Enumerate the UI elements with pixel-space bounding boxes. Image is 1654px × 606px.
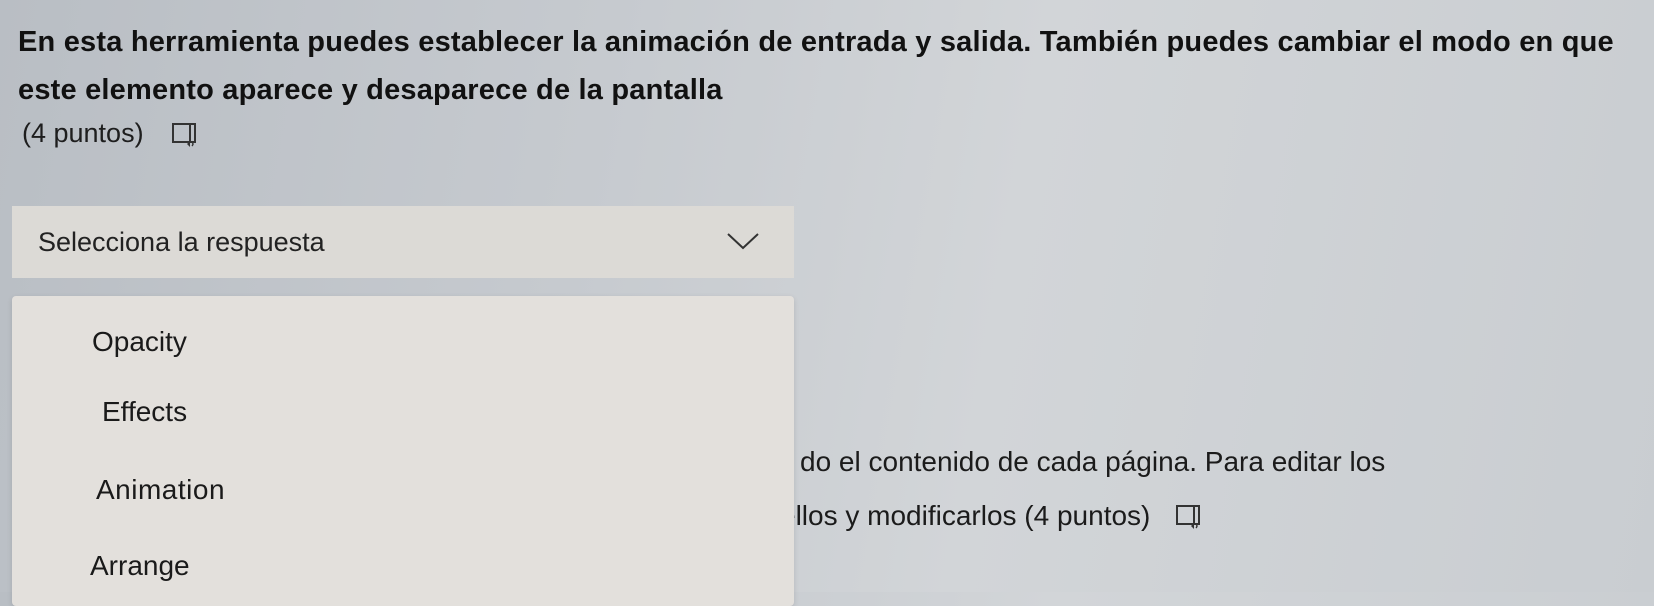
- immersive-reader-icon[interactable]: [1174, 502, 1202, 530]
- immersive-reader-icon[interactable]: [170, 120, 198, 148]
- question-points-row: (4 puntos): [22, 118, 198, 149]
- answer-select-placeholder: Selecciona la respuesta: [38, 226, 325, 257]
- answer-options-list: Opacity Effects Animation Arrange: [12, 296, 794, 606]
- answer-select[interactable]: Selecciona la respuesta: [12, 206, 794, 278]
- next-question-text-line2-label: ellos y modificarlos (4 puntos): [780, 500, 1151, 531]
- question-points: (4 puntos): [22, 118, 144, 148]
- option-animation[interactable]: Animation: [96, 474, 225, 506]
- option-effects[interactable]: Effects: [102, 396, 187, 428]
- next-question-text-line2: ellos y modificarlos (4 puntos): [780, 500, 1202, 532]
- question-text: En esta herramienta puedes establecer la…: [18, 26, 1614, 106]
- next-question-text-line1: do el contenido de cada página. Para edi…: [800, 446, 1386, 477]
- chevron-down-icon: [727, 233, 759, 250]
- option-arrange[interactable]: Arrange: [90, 550, 190, 582]
- option-opacity[interactable]: Opacity: [92, 326, 187, 358]
